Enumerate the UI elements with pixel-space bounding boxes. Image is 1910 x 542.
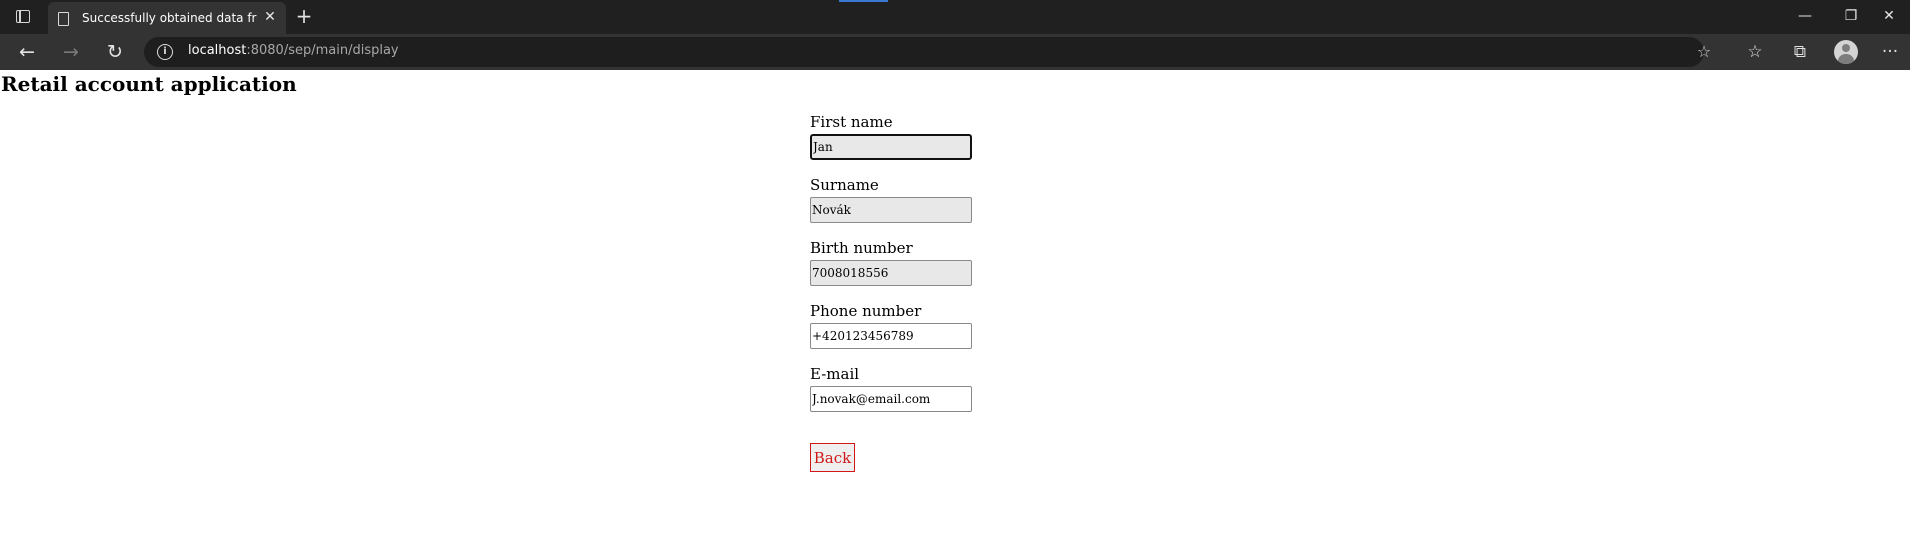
first-name-label: First name (810, 113, 893, 131)
url-host: localhost (188, 43, 247, 58)
browser-toolbar: ← → ↻ i localhost:8080/sep/main/display … (0, 34, 1910, 70)
reload-icon[interactable]: ↻ (100, 37, 130, 67)
back-button[interactable]: Back (810, 443, 855, 472)
tab-actions-icon[interactable] (16, 10, 30, 23)
phone-number-label: Phone number (810, 302, 922, 320)
browser-tab[interactable]: Successfully obtained data from ✕ (48, 2, 286, 34)
close-tab-icon[interactable]: ✕ (262, 7, 278, 27)
minimize-icon[interactable]: — (1782, 0, 1828, 32)
birth-number-field[interactable] (810, 260, 972, 286)
tab-title: Successfully obtained data from (82, 11, 257, 25)
birth-number-label: Birth number (810, 239, 913, 257)
back-arrow-icon[interactable]: ← (12, 37, 42, 67)
add-favorite-icon[interactable]: ☆ (1694, 42, 1714, 62)
url-path: :8080/sep/main/display (246, 43, 399, 58)
url-text[interactable]: localhost:8080/sep/main/display (188, 43, 399, 61)
browser-titlebar: Successfully obtained data from ✕ + — ❐ … (0, 0, 1910, 34)
close-window-icon[interactable]: ✕ (1866, 0, 1910, 32)
site-info-icon[interactable]: i (157, 44, 173, 60)
page-title: Retail account application (1, 72, 297, 96)
first-name-field[interactable] (810, 134, 972, 160)
phone-number-field[interactable] (810, 323, 972, 349)
address-bar[interactable]: i localhost:8080/sep/main/display ☆ (144, 37, 1711, 67)
surname-field[interactable] (810, 197, 972, 223)
more-icon[interactable]: ··· (1877, 39, 1903, 65)
forward-arrow-icon[interactable]: → (56, 37, 86, 67)
collections-icon[interactable]: ⧉ (1787, 39, 1813, 65)
page-icon (58, 12, 69, 26)
email-label: E-mail (810, 365, 860, 383)
window-accent (839, 0, 888, 2)
email-field[interactable] (810, 386, 972, 412)
surname-label: Surname (810, 176, 879, 194)
favorites-icon[interactable]: ☆ (1742, 39, 1768, 65)
profile-icon[interactable] (1834, 40, 1858, 64)
new-tab-icon[interactable]: + (293, 4, 315, 28)
